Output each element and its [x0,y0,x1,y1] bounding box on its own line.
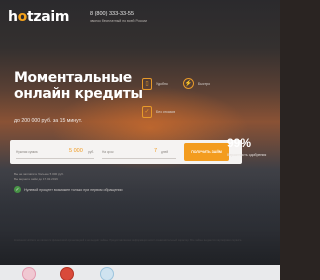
logo-prefix: h [8,9,18,25]
amount-unit: руб. [88,150,95,154]
badge-icon [22,267,36,280]
feature-label: Без отказов [156,110,176,114]
term-field[interactable]: На срок 7 дней [98,143,180,161]
phone-note: звонок бесплатный по всей России [90,19,147,23]
note-return-date: Вы вернете займ до 17.02.2019 [14,177,58,181]
amount-field[interactable]: Нужная сумма 5 000 руб. [12,143,98,161]
feature-label: Быстро [198,81,211,86]
amount-value[interactable]: 5 000 [69,148,83,154]
check-icon: ✓ [14,186,21,193]
phone-number[interactable]: 8 (800) 333-33-55 [90,11,134,17]
approval-percent: 99% [227,136,252,150]
feature-label: Удобно [156,82,168,86]
term-unit: дней [161,150,169,154]
page-subtitle: до 200 000 руб. за 15 минут. [14,118,82,124]
term-value[interactable]: 7 [154,148,157,154]
logo[interactable]: hotzaim [8,9,69,25]
logo-rest: tzaim [27,9,70,25]
amount-label: Нужная сумма [16,150,38,154]
wallet-icon: ✓ [142,106,152,118]
note-max-pay: Вы не заплатите больше 5 000 руб. [14,172,64,176]
approval-label: Вероятность одобрения [227,153,267,157]
lightning-icon: ⚡ [183,78,194,89]
page-title: Моментальные онлайн кредиты [14,70,143,102]
legal-text: Компания Hotzaim не является финансовой … [14,239,242,242]
amount-slider[interactable] [16,158,94,159]
bottom-strip [0,265,280,280]
term-label: На срок [102,150,114,154]
zero-rate-label: Нулевой процент возможен только при перв… [24,187,123,192]
term-slider[interactable] [102,158,176,159]
feature-no-refusal: ✓ Без отказов [142,106,175,118]
feature-convenient: ▯ Удобно [142,78,168,90]
badge-icon [60,267,74,280]
zero-rate-notice: ✓ Нулевой процент возможен только при пе… [14,186,122,193]
badge-icon [100,267,114,280]
loan-form: Нужная сумма 5 000 руб. На срок 7 дней П… [10,140,242,164]
hero-banner: hotzaim 8 (800) 333-33-55 звонок бесплат… [0,0,280,265]
logo-accent: o [17,9,28,25]
feature-fast: ⚡ Быстро [183,78,210,89]
get-loan-button[interactable]: Получить займ [184,143,229,161]
phone-icon: ▯ [142,78,152,90]
